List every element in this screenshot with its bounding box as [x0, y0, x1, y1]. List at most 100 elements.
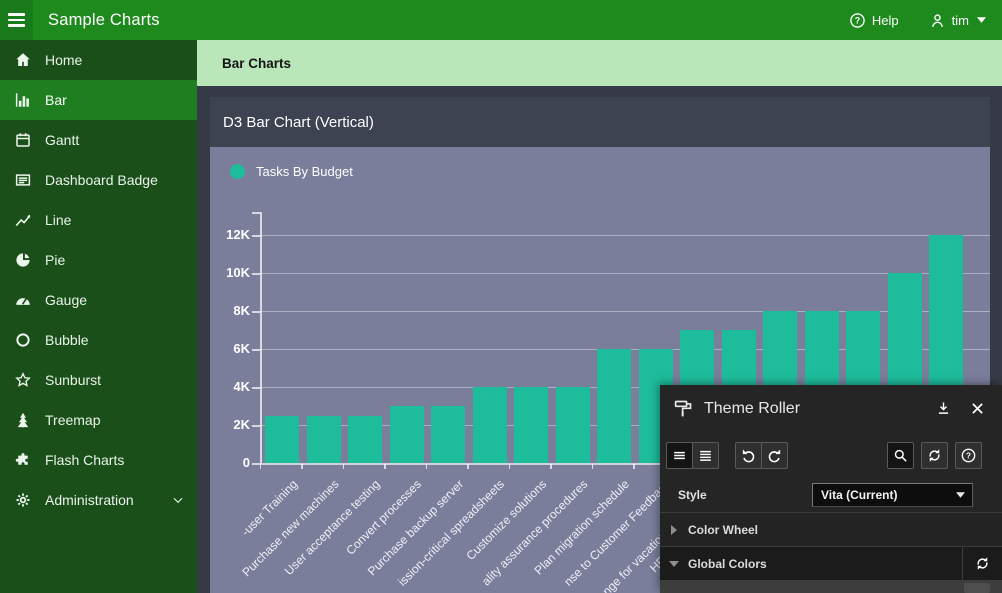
pie-chart-icon [14, 251, 32, 269]
sidebar-item-label: Flash Charts [45, 452, 124, 468]
triangle-down-icon [669, 559, 679, 569]
triangle-right-icon [669, 525, 679, 535]
y-tick-label: 6K [210, 340, 250, 358]
close-button[interactable] [969, 400, 986, 417]
line-spacing-compact-button[interactable] [666, 442, 693, 469]
x-axis-label: Convert processes [344, 477, 425, 558]
download-button[interactable] [935, 400, 952, 417]
sidebar-item-home[interactable]: Home [0, 40, 197, 80]
y-axis-top-tick [252, 212, 260, 214]
refresh-icon [926, 447, 943, 464]
topbar: Sample Charts ? Help tim [0, 0, 1002, 40]
refresh-button[interactable] [921, 442, 948, 469]
section-color-wheel[interactable]: Color Wheel [660, 512, 1002, 546]
y-tick-label: 10K [210, 264, 250, 282]
bar-5[interactable] [431, 406, 465, 463]
user-menu-button[interactable]: tim [929, 12, 986, 29]
help-button[interactable]: ? Help [849, 12, 899, 29]
line-spacing-comfortable-button[interactable] [692, 442, 719, 469]
bar-chart-icon [14, 91, 32, 109]
lines-4-icon [697, 447, 714, 464]
legend-label: Tasks By Budget [256, 164, 353, 179]
search-button[interactable] [887, 442, 914, 469]
dashboard-badge-icon [14, 171, 32, 189]
undo-button[interactable] [735, 442, 762, 469]
sidebar-item-treemap[interactable]: Treemap [0, 400, 197, 440]
chevron-down-icon [171, 493, 185, 507]
sidebar-item-administration[interactable]: Administration [0, 480, 197, 520]
y-tick-label: 0 [210, 454, 250, 472]
section-label: Global Colors [688, 557, 767, 571]
bar-3[interactable] [348, 416, 382, 464]
sidebar-item-label: Gantt [45, 132, 79, 148]
bubble-icon [14, 331, 32, 349]
global-colors-refresh-button[interactable] [962, 547, 1002, 580]
sidebar-item-sunburst[interactable]: Sunburst [0, 360, 197, 400]
section-global-colors[interactable]: Global Colors [660, 546, 1002, 580]
line-chart-icon [14, 211, 32, 229]
svg-text:?: ? [966, 451, 971, 460]
puzzle-icon [14, 451, 32, 469]
sidebar-item-label: Sunburst [45, 372, 101, 388]
sidebar: Home Bar Gantt Dashboard Badge LinePie Gauge B… [0, 40, 197, 593]
style-dropdown-value: Vita (Current) [821, 488, 956, 502]
x-tick [550, 464, 552, 469]
y-tick-label: 8K [210, 302, 250, 320]
sidebar-item-label: Administration [45, 492, 134, 508]
hamburger-menu-button[interactable] [0, 0, 33, 40]
sidebar-item-bar[interactable]: Bar [0, 80, 197, 120]
bar-6[interactable] [473, 387, 507, 463]
section-label: Color Wheel [688, 523, 758, 537]
x-tick [384, 464, 386, 469]
redo-button[interactable] [761, 442, 788, 469]
x-tick [301, 464, 303, 469]
bar-8[interactable] [556, 387, 590, 463]
x-tick [260, 464, 262, 469]
page-header: Bar Charts [197, 40, 1002, 86]
paint-roller-icon [673, 398, 694, 419]
help-circle-icon: ? [960, 447, 977, 464]
help-circle-button[interactable]: ? [955, 442, 982, 469]
app-title: Sample Charts [48, 11, 160, 30]
sidebar-item-gauge[interactable]: Gauge [0, 280, 197, 320]
sidebar-item-label: Gauge [45, 292, 87, 308]
sidebar-item-flash-charts[interactable]: Flash Charts [0, 440, 197, 480]
x-tick [509, 464, 511, 469]
bar-1[interactable] [265, 416, 299, 464]
footer-button-partial [964, 583, 990, 593]
x-tick [592, 464, 594, 469]
sidebar-item-gantt[interactable]: Gantt [0, 120, 197, 160]
legend-marker [230, 164, 245, 179]
sidebar-item-pie[interactable]: Pie [0, 240, 197, 280]
y-tick [252, 235, 260, 237]
x-tick [426, 464, 428, 469]
app-window: Sample Charts ? Help tim Home Bar Gantt Das… [0, 0, 1002, 593]
style-dropdown[interactable]: Vita (Current) [812, 483, 973, 507]
x-tick [633, 464, 635, 469]
sidebar-item-dashboard-badge[interactable]: Dashboard Badge [0, 160, 197, 200]
bar-2[interactable] [307, 416, 341, 464]
redo-icon [766, 447, 783, 464]
lines-3-icon [671, 447, 688, 464]
treemap-tree-icon [14, 411, 32, 429]
gridline-8K [260, 311, 990, 312]
bar-7[interactable] [514, 387, 548, 463]
y-tick-label: 2K [210, 416, 250, 434]
chart-panel-title: D3 Bar Chart (Vertical) [210, 97, 990, 147]
y-tick [252, 349, 260, 351]
bar-4[interactable] [390, 406, 424, 463]
refresh-icon [974, 555, 991, 572]
y-tick [252, 311, 260, 313]
sidebar-item-line[interactable]: Line [0, 200, 197, 240]
sidebar-item-label: Dashboard Badge [45, 172, 158, 188]
sidebar-item-bubble[interactable]: Bubble [0, 320, 197, 360]
style-label: Style [678, 488, 707, 502]
theme-roller-toolbar: ? [660, 432, 1002, 478]
svg-text:?: ? [855, 15, 860, 25]
sidebar-item-label: Bar [45, 92, 67, 108]
hamburger-icon [8, 13, 25, 16]
theme-roller-footer [660, 580, 1002, 593]
theme-roller-header[interactable]: Theme Roller [660, 385, 1002, 432]
bar-9[interactable] [597, 349, 631, 463]
legend-item[interactable]: Tasks By Budget [230, 164, 353, 179]
